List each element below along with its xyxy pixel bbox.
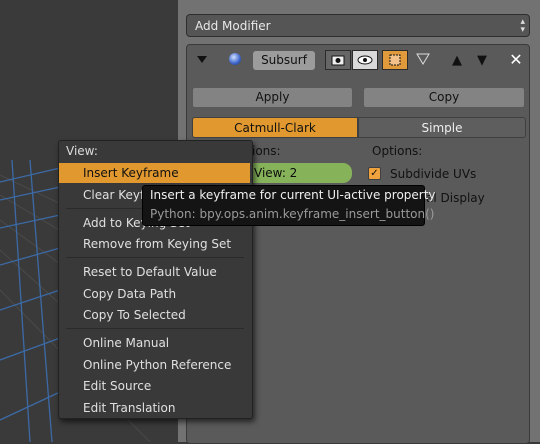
subdivisions-label: ions: xyxy=(252,144,281,158)
menu-item-online-python-reference[interactable]: Online Python Reference xyxy=(59,355,250,375)
catmull-clark-option[interactable]: Catmull-Clark xyxy=(192,117,358,138)
menu-item-copy-data-path[interactable]: Copy Data Path xyxy=(59,284,250,304)
add-modifier-label: Add Modifier xyxy=(195,19,271,33)
modifier-type-icon xyxy=(229,53,241,65)
edit-mode-icon[interactable] xyxy=(382,50,408,70)
apply-button[interactable]: Apply xyxy=(192,87,353,108)
render-toggle-icon[interactable] xyxy=(325,50,351,70)
menu-item-remove-from-keying-set[interactable]: Remove from Keying Set xyxy=(59,234,250,254)
updown-arrows-icon: ▴ ▾ xyxy=(520,17,525,35)
menu-item-online-manual[interactable]: Online Manual xyxy=(59,333,250,353)
move-down-icon[interactable]: ▼ xyxy=(472,51,492,71)
options-label: Options: xyxy=(372,144,423,158)
subdivide-uvs-checkbox[interactable]: ✓ xyxy=(368,167,381,180)
modifier-name-field[interactable]: Subsurf xyxy=(253,51,315,70)
menu-item-edit-translation[interactable]: Edit Translation xyxy=(59,398,250,418)
menu-item-copy-to-selected[interactable]: Copy To Selected xyxy=(59,305,250,325)
remove-modifier-icon[interactable]: ✕ xyxy=(506,50,526,70)
tooltip-description: Insert a keyframe for current UI-active … xyxy=(150,188,436,202)
simple-option[interactable]: Simple xyxy=(358,117,526,138)
menu-item-edit-source[interactable]: Edit Source xyxy=(59,376,250,396)
menu-item-reset-default[interactable]: Reset to Default Value xyxy=(59,262,250,282)
collapse-triangle-icon[interactable] xyxy=(197,56,207,63)
menu-title: View: xyxy=(66,144,98,158)
add-modifier-dropdown[interactable]: Add Modifier ▴ ▾ xyxy=(186,14,530,37)
subdivide-uvs-label: Subdivide UVs xyxy=(390,167,477,181)
viewport-visibility-eye-icon[interactable] xyxy=(352,50,378,70)
menu-separator xyxy=(66,257,244,258)
copy-button[interactable]: Copy xyxy=(363,87,525,108)
tooltip-python: Python: bpy.ops.anim.keyframe_insert_but… xyxy=(150,207,435,221)
menu-separator xyxy=(66,328,244,329)
cage-triangle-icon[interactable] xyxy=(410,50,436,70)
move-up-icon[interactable]: ▲ xyxy=(447,51,467,71)
menu-item-insert-keyframe[interactable]: Insert Keyframe xyxy=(59,163,250,183)
